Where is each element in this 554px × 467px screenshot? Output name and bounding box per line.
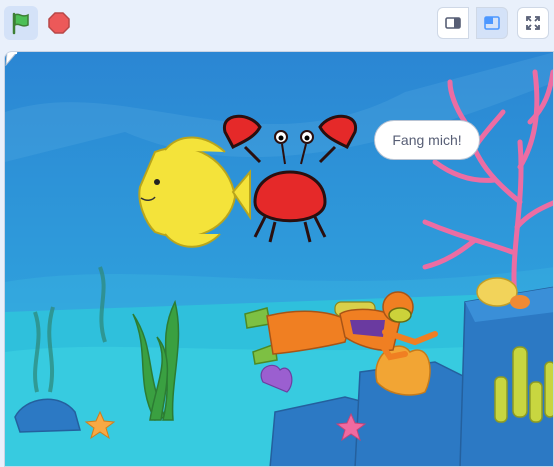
stop-button[interactable] bbox=[42, 6, 76, 40]
stop-sign-icon bbox=[48, 12, 70, 34]
green-flag-button[interactable] bbox=[4, 6, 38, 40]
stage-backdrop bbox=[5, 52, 553, 466]
small-stage-button[interactable] bbox=[437, 7, 469, 39]
normal-stage-button[interactable] bbox=[476, 7, 508, 39]
stage[interactable]: Fang mich! bbox=[4, 51, 554, 467]
green-flag-icon bbox=[12, 12, 29, 35]
normal-stage-icon bbox=[484, 16, 500, 30]
fullscreen-button[interactable] bbox=[517, 7, 549, 39]
small-stage-icon bbox=[445, 17, 461, 29]
speech-bubble-tail bbox=[5, 52, 18, 66]
fullscreen-icon bbox=[526, 16, 540, 30]
stage-toolbar bbox=[0, 0, 554, 48]
speech-bubble: Fang mich! bbox=[374, 120, 480, 160]
speech-bubble-text: Fang mich! bbox=[392, 132, 462, 148]
